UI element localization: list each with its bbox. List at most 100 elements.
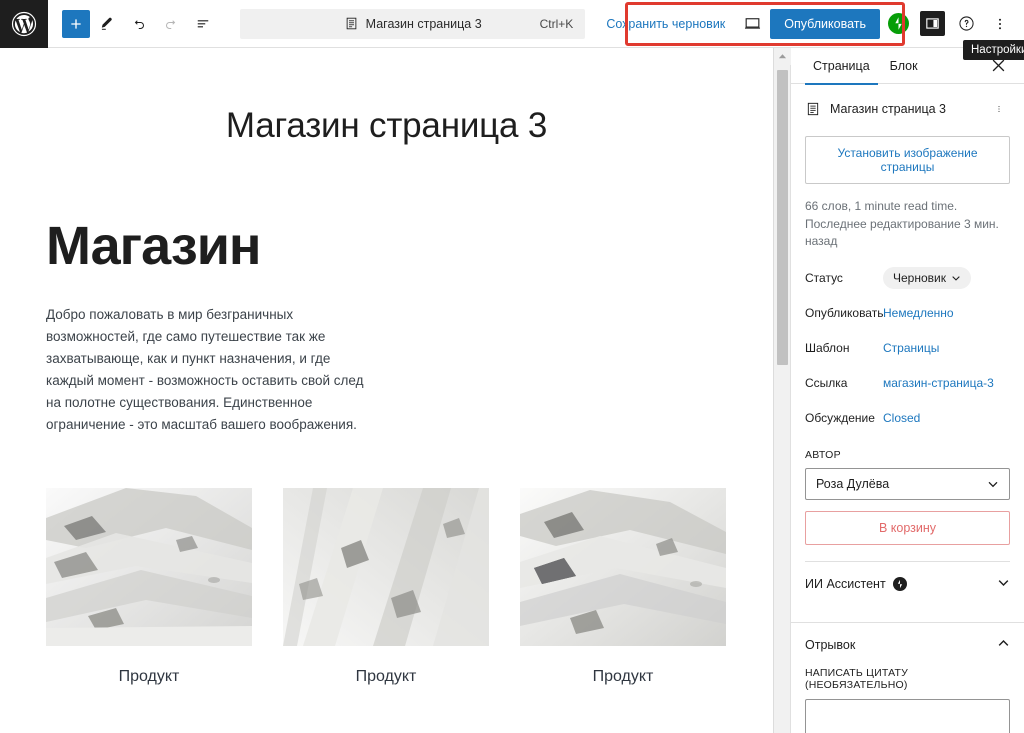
post-title[interactable]: Магазин страница 3: [0, 106, 773, 146]
status-value: Черновик: [893, 271, 946, 285]
product-caption[interactable]: Продукт: [46, 668, 252, 686]
tools-pencil-button[interactable]: [92, 9, 122, 39]
command-shortcut-hint: Ctrl+K: [539, 16, 574, 31]
preview-button[interactable]: [736, 8, 768, 40]
plus-icon: [71, 18, 81, 29]
editor-canvas-inner: Магазин страница 3 Магазин Добро пожалов…: [0, 106, 773, 686]
page-document-icon: [807, 102, 819, 116]
discussion-value[interactable]: Closed: [883, 411, 920, 425]
ai-assistant-title: ИИ Ассистент: [805, 577, 886, 591]
excerpt-title: Отрывок: [805, 638, 856, 652]
pencil-icon: [101, 17, 112, 30]
author-value: Роза Дулёва: [816, 477, 890, 491]
content-heading[interactable]: Магазин: [46, 218, 727, 275]
add-block-button[interactable]: [62, 9, 90, 38]
excerpt-panel-header[interactable]: Отрывок: [791, 623, 1024, 667]
document-title-text: Магазин страница 3: [365, 16, 482, 31]
page-document-icon: [346, 17, 356, 30]
product-card[interactable]: Продукт: [520, 487, 726, 686]
jetpack-icon: [887, 13, 909, 34]
redo-button[interactable]: [156, 9, 186, 39]
jetpack-icon: [892, 577, 907, 591]
chevron-up-icon: [778, 54, 787, 59]
kebab-menu-icon: [998, 106, 1000, 112]
meta-row-publish: Опубликовать Немедленно: [805, 302, 1010, 324]
chevron-down-icon: [952, 276, 960, 281]
set-featured-image-button[interactable]: Установить изображение страницы: [805, 136, 1010, 184]
redo-arrow-icon: [166, 19, 176, 29]
settings-tooltip: Настройки: [963, 40, 1024, 60]
publish-button[interactable]: Опубликовать: [770, 8, 880, 39]
meta-row-link: Ссылка магазин-страница-3: [805, 372, 1010, 394]
excerpt-panel-body: НАПИСАТЬ ЦИТАТУ (НЕОБЯЗАТЕЛЬНО) Подробне…: [791, 667, 1024, 733]
meta-row-template: Шаблон Страницы: [805, 337, 1010, 359]
jetpack-button[interactable]: [882, 8, 914, 40]
meta-row-discussion: Обсуждение Closed: [805, 407, 1010, 429]
wordpress-logo-icon[interactable]: [0, 0, 48, 48]
chevron-down-icon: [988, 481, 998, 488]
status-dropdown[interactable]: Черновик: [883, 267, 971, 289]
meta-key: Статус: [805, 271, 843, 285]
undo-arrow-icon: [134, 19, 144, 29]
document-title-bar[interactable]: Магазин страница 3 Ctrl+K: [240, 8, 586, 39]
product-caption[interactable]: Продукт: [283, 668, 489, 686]
author-label: АВТОР: [805, 449, 841, 461]
product-image[interactable]: [46, 487, 252, 646]
settings-sidebar: Страница Блок Магазин страница 3 Установ…: [790, 48, 1024, 733]
more-options-button[interactable]: [984, 8, 1016, 40]
excerpt-textarea[interactable]: [805, 699, 1010, 733]
permalink-value[interactable]: магазин-страница-3: [883, 376, 994, 390]
editor-scrollbar[interactable]: [773, 48, 791, 733]
content-paragraph[interactable]: Добро пожаловать в мир безграничных возм…: [46, 304, 376, 436]
undo-button[interactable]: [124, 9, 154, 39]
editor-toolbar: Магазин страница 3 Ctrl+K Сохранить черн…: [0, 0, 1024, 48]
product-grid: Продукт Продукт Продукт: [46, 487, 727, 686]
document-actions-button[interactable]: [988, 98, 1010, 120]
editor-canvas[interactable]: Магазин страница 3 Магазин Добро пожалов…: [0, 48, 773, 733]
settings-sidebar-toggle-button[interactable]: [916, 8, 948, 40]
page-summary-section: Магазин страница 3 Установить изображени…: [791, 84, 1024, 562]
document-title-group: Магазин страница 3: [240, 16, 585, 31]
toolbar-right-group: Сохранить черновик Опубликовать: [597, 8, 1024, 40]
post-content: Магазин Добро пожаловать в мир безгранич…: [0, 218, 773, 686]
meta-key: Ссылка: [805, 376, 848, 390]
toolbar-left-group: [48, 9, 218, 39]
wordpress-block-editor: Магазин страница 3 Ctrl+K Сохранить черн…: [0, 0, 1024, 733]
save-draft-button[interactable]: Сохранить черновик: [597, 11, 734, 37]
sidebar-toggle-icon: [919, 11, 945, 36]
kebab-menu-icon: [998, 18, 1002, 29]
sidebar-document-name: Магазин страница 3: [830, 102, 946, 116]
tab-block[interactable]: Блок: [880, 48, 928, 84]
author-select[interactable]: Роза Дулёва: [805, 468, 1010, 500]
meta-key: Обсуждение: [805, 411, 875, 425]
word-count-text: 66 слов, 1 minute read time.: [805, 199, 958, 213]
scrollbar-up-arrow[interactable]: [774, 48, 791, 65]
help-button[interactable]: [950, 8, 982, 40]
publish-date-value[interactable]: Немедленно: [883, 306, 954, 320]
product-caption[interactable]: Продукт: [520, 668, 726, 686]
product-image[interactable]: [283, 487, 489, 646]
help-circle-icon: [958, 16, 974, 31]
last-edited-text: Последнее редактирование 3 мин. назад: [805, 217, 999, 248]
template-value[interactable]: Страницы: [883, 341, 939, 355]
chevron-down-icon: [997, 576, 1010, 592]
meta-key: Шаблон: [805, 341, 850, 355]
meta-key: Опубликовать: [805, 306, 884, 320]
move-to-trash-button[interactable]: В корзину: [805, 511, 1010, 545]
tab-page[interactable]: Страница: [803, 48, 880, 85]
list-view-icon: [197, 19, 209, 27]
close-icon: [992, 59, 1004, 72]
product-image[interactable]: [520, 487, 726, 646]
scrollbar-thumb[interactable]: [777, 70, 788, 365]
excerpt-field-label: НАПИСАТЬ ЦИТАТУ (НЕОБЯЗАТЕЛЬНО): [805, 667, 908, 691]
list-view-button[interactable]: [188, 9, 218, 39]
product-card[interactable]: Продукт: [283, 487, 489, 686]
sidebar-document-row[interactable]: Магазин страница 3: [805, 98, 1010, 120]
ai-assistant-panel-header[interactable]: ИИ Ассистент: [791, 562, 1024, 606]
product-card[interactable]: Продукт: [46, 487, 252, 686]
desktop-preview-icon: [744, 18, 760, 29]
chevron-up-icon: [997, 637, 1010, 653]
meta-row-status: Статус Черновик: [805, 267, 1010, 289]
page-meta-list: Статус Черновик Опубликовать Немедленно …: [805, 267, 1010, 429]
page-stats: 66 слов, 1 minute read time. Последнее р…: [805, 198, 1010, 250]
